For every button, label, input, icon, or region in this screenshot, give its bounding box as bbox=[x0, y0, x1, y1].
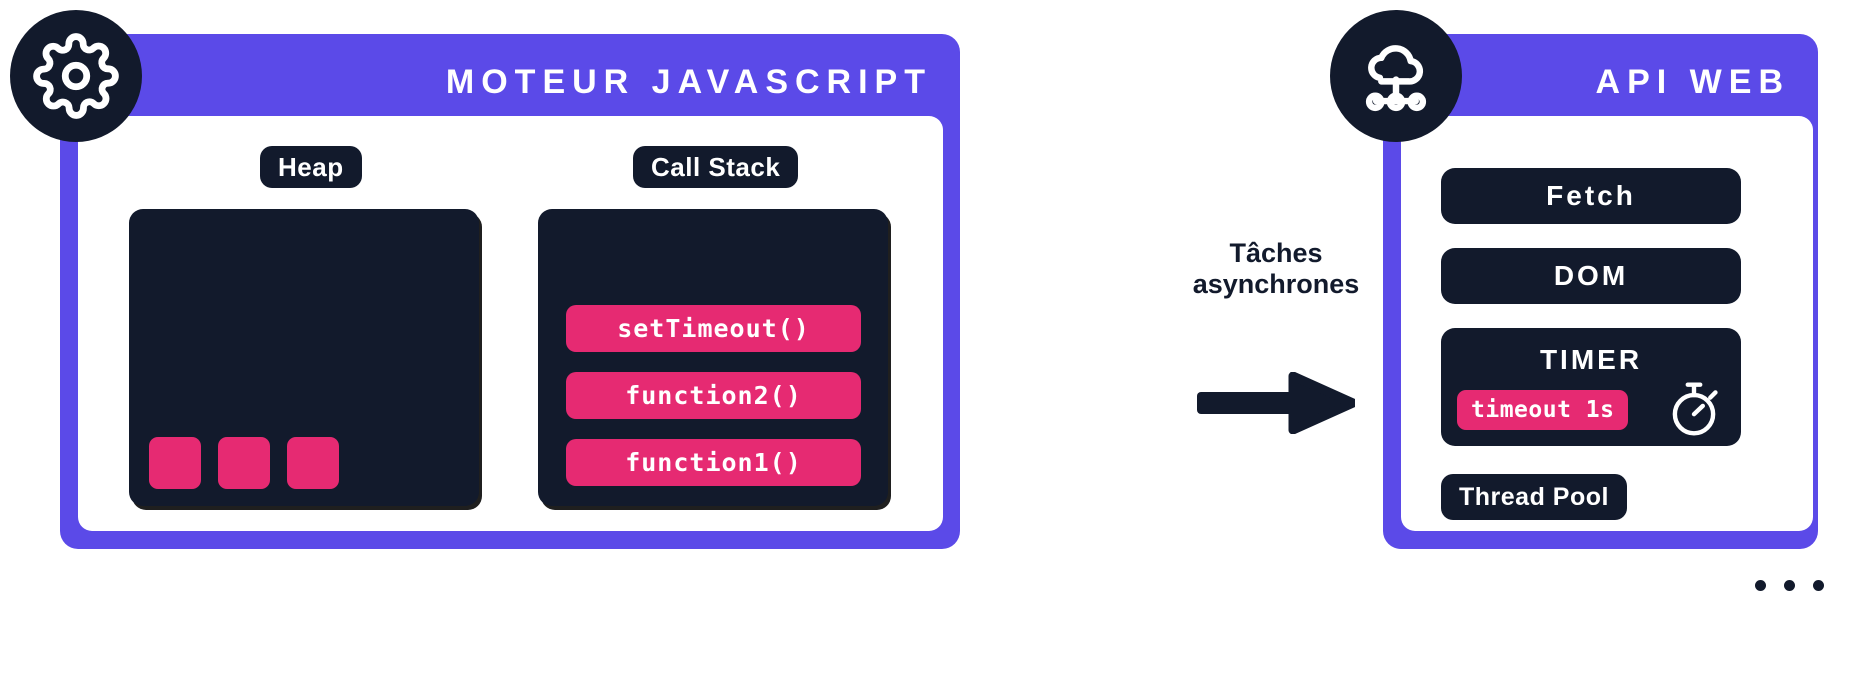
stack-frame: function2() bbox=[566, 372, 861, 419]
web-api-timer-box[interactable]: TIMER timeout 1s bbox=[1441, 328, 1741, 446]
web-api-item-label: Fetch bbox=[1546, 180, 1636, 211]
call-stack-label-text: Call Stack bbox=[651, 151, 781, 182]
timeout-badge: timeout 1s bbox=[1457, 390, 1629, 430]
ellipsis-dot bbox=[1813, 580, 1824, 591]
ellipsis-dot bbox=[1784, 580, 1795, 591]
heap-label: Heap bbox=[260, 146, 362, 188]
async-tasks-label-line2: asynchrones bbox=[1192, 269, 1360, 300]
timeout-badge-text: timeout 1s bbox=[1471, 397, 1615, 423]
web-api-item-label: DOM bbox=[1553, 260, 1629, 291]
stack-frame: function1() bbox=[566, 439, 861, 486]
stack-frame-label: function1() bbox=[625, 448, 802, 477]
heap-object bbox=[218, 437, 270, 489]
arrow-right-icon bbox=[1197, 371, 1358, 439]
ellipsis-dot bbox=[1755, 580, 1766, 591]
call-stack-label: Call Stack bbox=[633, 146, 799, 188]
thread-pool-label-text: Thread Pool bbox=[1459, 482, 1609, 511]
web-api-item[interactable]: DOM bbox=[1441, 248, 1741, 304]
web-api-item[interactable]: Fetch bbox=[1441, 168, 1741, 224]
async-tasks-label: Tâches asynchrones bbox=[1166, 238, 1386, 300]
web-api-timer-label: TIMER bbox=[1539, 344, 1643, 375]
stack-frame: setTimeout() bbox=[566, 305, 861, 352]
heap-object bbox=[149, 437, 201, 489]
stack-frame-label: function2() bbox=[625, 381, 802, 410]
gear-icon bbox=[10, 10, 142, 142]
heap-label-text: Heap bbox=[278, 151, 344, 182]
heap-object bbox=[287, 437, 339, 489]
heap-box bbox=[129, 209, 479, 506]
ellipsis-icon bbox=[1755, 580, 1824, 591]
call-stack-box: setTimeout() function2() function1() bbox=[538, 209, 888, 506]
cloud-network-icon bbox=[1330, 10, 1462, 142]
stack-frame-label: setTimeout() bbox=[617, 314, 810, 343]
thread-pool-label: Thread Pool bbox=[1441, 474, 1627, 520]
stopwatch-icon bbox=[1663, 378, 1725, 445]
diagram-canvas: MOTEUR JAVASCRIPT Heap Call Stack setTim… bbox=[0, 0, 1875, 675]
async-tasks-label-line1: Tâches bbox=[1229, 238, 1323, 268]
